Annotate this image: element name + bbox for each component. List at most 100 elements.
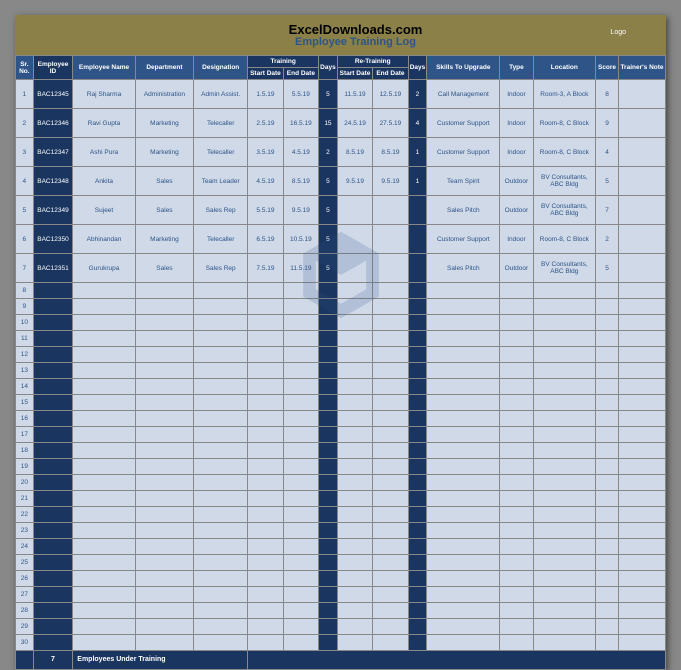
cell[interactable] xyxy=(427,539,500,555)
cell[interactable] xyxy=(373,299,408,315)
cell[interactable]: 2 xyxy=(16,109,34,138)
cell[interactable] xyxy=(283,443,318,459)
cell[interactable] xyxy=(596,571,619,587)
cell[interactable] xyxy=(408,507,427,523)
cell[interactable] xyxy=(533,507,595,523)
cell[interactable] xyxy=(248,331,283,347)
cell[interactable] xyxy=(283,347,318,363)
cell[interactable] xyxy=(618,109,665,138)
cell[interactable]: BV Consultants, ABC Bldg xyxy=(533,196,595,225)
cell[interactable] xyxy=(408,196,427,225)
cell[interactable] xyxy=(248,379,283,395)
cell[interactable] xyxy=(337,363,372,379)
cell[interactable] xyxy=(408,315,427,331)
cell[interactable] xyxy=(618,315,665,331)
cell[interactable] xyxy=(73,395,135,411)
cell[interactable] xyxy=(283,571,318,587)
cell[interactable] xyxy=(73,459,135,475)
cell[interactable] xyxy=(596,635,619,651)
cell[interactable]: Team Spirit xyxy=(427,167,500,196)
cell[interactable]: 16.5.19 xyxy=(283,109,318,138)
cell[interactable] xyxy=(319,491,338,507)
cell[interactable] xyxy=(33,443,73,459)
cell[interactable] xyxy=(248,635,283,651)
cell[interactable] xyxy=(319,475,338,491)
cell[interactable]: 25 xyxy=(16,555,34,571)
table-row[interactable]: 20 xyxy=(16,475,666,491)
cell[interactable] xyxy=(408,603,427,619)
table-row[interactable]: 13 xyxy=(16,363,666,379)
cell[interactable] xyxy=(283,539,318,555)
cell[interactable] xyxy=(618,395,665,411)
cell[interactable] xyxy=(73,427,135,443)
cell[interactable] xyxy=(248,427,283,443)
cell[interactable] xyxy=(319,507,338,523)
cell[interactable] xyxy=(33,315,73,331)
cell[interactable] xyxy=(373,315,408,331)
cell[interactable]: 12.5.19 xyxy=(373,80,408,109)
cell[interactable] xyxy=(373,379,408,395)
cell[interactable] xyxy=(33,603,73,619)
cell[interactable] xyxy=(596,523,619,539)
cell[interactable] xyxy=(33,491,73,507)
cell[interactable] xyxy=(427,587,500,603)
cell[interactable] xyxy=(135,363,193,379)
hdr-days2[interactable]: Days xyxy=(408,56,427,80)
hdr-days1[interactable]: Days xyxy=(319,56,338,80)
cell[interactable]: Indoor xyxy=(500,80,533,109)
cell[interactable] xyxy=(319,443,338,459)
cell[interactable] xyxy=(283,315,318,331)
cell[interactable] xyxy=(408,571,427,587)
table-row[interactable]: 4BAC12348AnkitaSalesTeam Leader4.5.198.5… xyxy=(16,167,666,196)
cell[interactable] xyxy=(135,395,193,411)
cell[interactable] xyxy=(408,491,427,507)
cell[interactable]: Team Leader xyxy=(194,167,248,196)
cell[interactable] xyxy=(135,635,193,651)
cell[interactable]: Sales Rep xyxy=(194,196,248,225)
table-row[interactable]: 24 xyxy=(16,539,666,555)
cell[interactable] xyxy=(618,427,665,443)
cell[interactable] xyxy=(408,331,427,347)
cell[interactable] xyxy=(408,539,427,555)
cell[interactable]: BAC12350 xyxy=(33,225,73,254)
cell[interactable] xyxy=(73,363,135,379)
cell[interactable] xyxy=(618,363,665,379)
cell[interactable] xyxy=(596,619,619,635)
cell[interactable]: 4 xyxy=(596,138,619,167)
cell[interactable]: 6 xyxy=(16,225,34,254)
table-row[interactable]: 28 xyxy=(16,603,666,619)
hdr-location[interactable]: Location xyxy=(533,56,595,80)
cell[interactable]: BV Consultants, ABC Bldg xyxy=(533,254,595,283)
cell[interactable] xyxy=(248,491,283,507)
cell[interactable]: 1 xyxy=(408,167,427,196)
cell[interactable] xyxy=(194,635,248,651)
cell[interactable]: 8.5.19 xyxy=(337,138,372,167)
cell[interactable]: Customer Support xyxy=(427,109,500,138)
cell[interactable] xyxy=(319,619,338,635)
cell[interactable] xyxy=(373,523,408,539)
cell[interactable] xyxy=(135,283,193,299)
cell[interactable] xyxy=(73,475,135,491)
cell[interactable] xyxy=(73,491,135,507)
hdr-sr[interactable]: Sr. No. xyxy=(16,56,34,80)
cell[interactable] xyxy=(500,427,533,443)
cell[interactable] xyxy=(337,411,372,427)
cell[interactable] xyxy=(533,491,595,507)
cell[interactable] xyxy=(248,571,283,587)
cell[interactable]: Telecaller xyxy=(194,225,248,254)
cell[interactable] xyxy=(194,443,248,459)
cell[interactable] xyxy=(500,411,533,427)
cell[interactable]: 29 xyxy=(16,619,34,635)
cell[interactable] xyxy=(319,331,338,347)
cell[interactable]: 28 xyxy=(16,603,34,619)
cell[interactable] xyxy=(373,427,408,443)
cell[interactable] xyxy=(283,411,318,427)
cell[interactable] xyxy=(337,555,372,571)
table-row[interactable]: 18 xyxy=(16,443,666,459)
cell[interactable]: 8 xyxy=(16,283,34,299)
cell[interactable] xyxy=(408,635,427,651)
cell[interactable] xyxy=(500,299,533,315)
cell[interactable] xyxy=(283,395,318,411)
cell[interactable] xyxy=(73,539,135,555)
table-row[interactable]: 6BAC12350AbhinandanMarketingTelecaller6.… xyxy=(16,225,666,254)
